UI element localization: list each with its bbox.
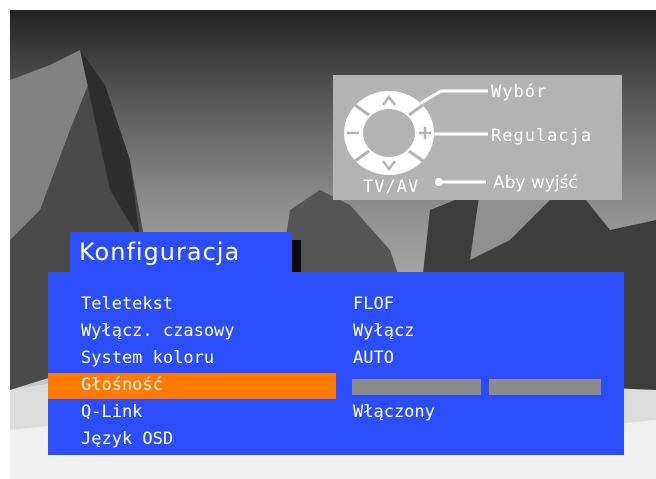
menu-value-qlink: Włączony	[353, 402, 435, 422]
menu-item-teletext[interactable]: Teletekst	[81, 293, 173, 315]
menu-title: Konfiguracja	[70, 232, 292, 274]
menu-item-sleep-timer[interactable]: Wyłącz. czasowy	[81, 320, 235, 342]
help-adjust-label: Regulacja	[491, 126, 593, 146]
help-select-label: Wybór	[491, 82, 548, 102]
settings-menu: Teletekst FLOF Wyłącz. czasowy Wyłącz Sy…	[48, 272, 624, 455]
menu-item-volume[interactable]: Głośność	[81, 374, 163, 396]
menu-item-qlink[interactable]: Q-Link	[81, 401, 142, 423]
tvav-label: TV/AV	[363, 177, 420, 197]
help-panel: TV/AV Wybór Regulacja Aby wyjść	[333, 75, 622, 200]
menu-value-teletext: FLOF	[353, 294, 394, 314]
menu-item-color-system[interactable]: System koloru	[81, 347, 214, 369]
menu-value-color-system: AUTO	[353, 348, 394, 368]
volume-bar-right[interactable]	[489, 379, 601, 395]
menu-item-osd-language[interactable]: Język OSD	[81, 428, 173, 450]
menu-value-sleep-timer: Wyłącz	[353, 321, 415, 341]
help-exit-label: Aby wyjść	[493, 173, 578, 193]
volume-bar-left[interactable]	[352, 379, 481, 395]
